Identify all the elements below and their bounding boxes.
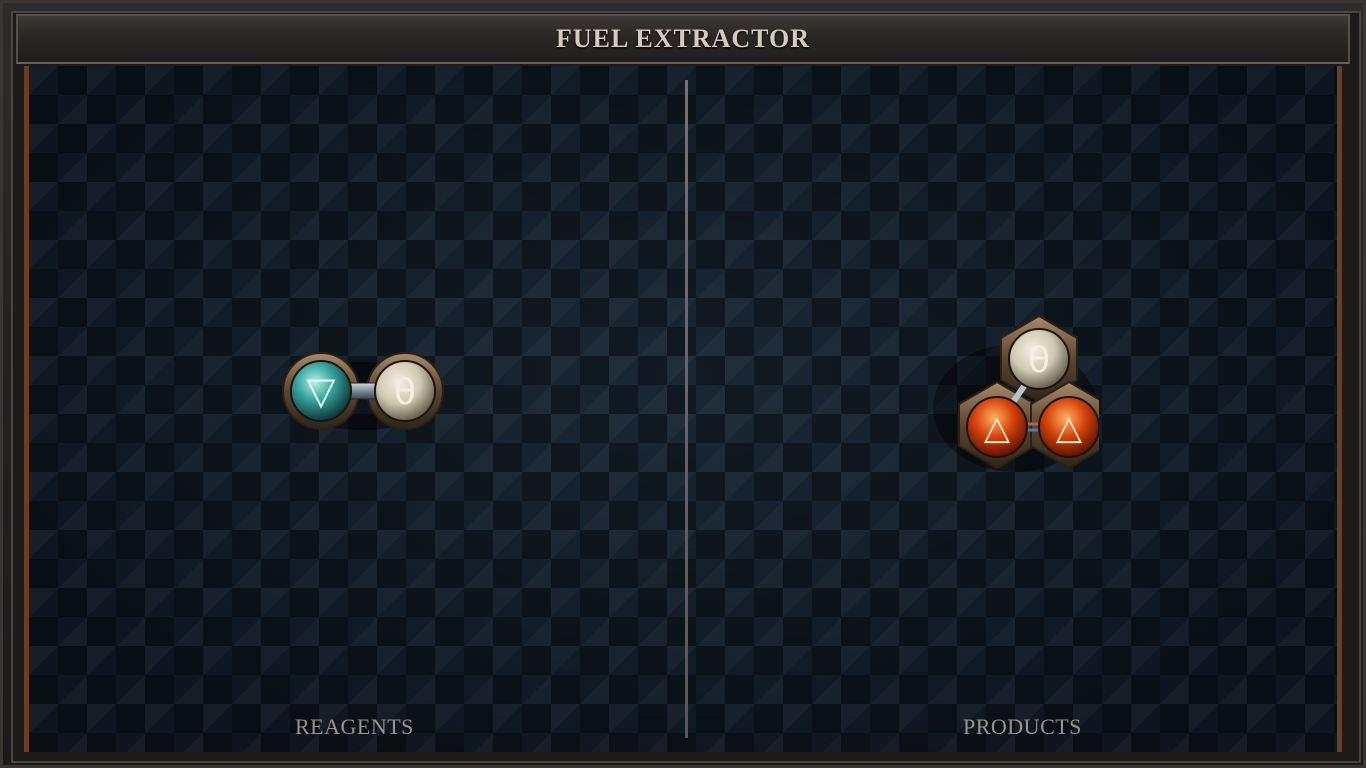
fire-symbol: △ [1056,408,1083,448]
page-title: FUEL EXTRACTOR [555,24,811,53]
panel-divider [685,80,688,738]
salt-symbol: θ [1028,340,1050,381]
reaction-panel: ▽ θ θ △ △ REAGENTS PRODUCTS [24,66,1342,752]
reagents-label: REAGENTS [295,714,414,739]
reagent-molecule[interactable]: ▽ θ [281,350,445,432]
product-molecule[interactable]: θ △ △ [929,310,1099,480]
products-label: PRODUCTS [963,714,1082,739]
bond [348,382,378,400]
title-bar: FUEL EXTRACTOR [16,14,1350,64]
water-symbol: ▽ [306,369,336,413]
fire-symbol: △ [984,408,1011,448]
salt-symbol: θ [394,372,416,413]
